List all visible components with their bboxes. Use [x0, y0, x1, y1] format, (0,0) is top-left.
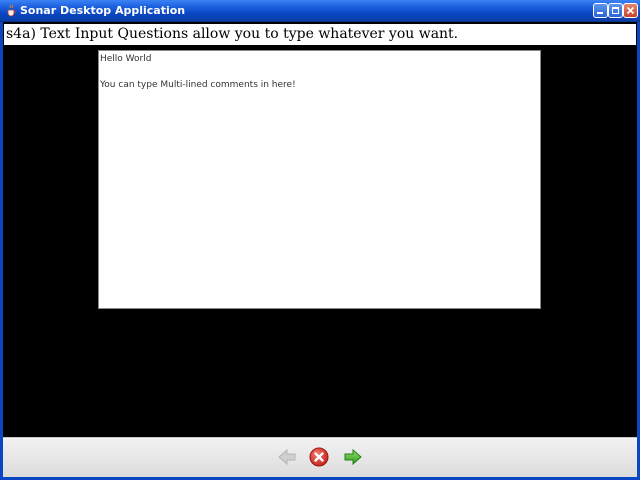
question-header: s4a) Text Input Questions allow you to t… [3, 23, 637, 46]
java-cup-icon [4, 3, 18, 17]
minimize-icon [597, 12, 603, 14]
back-button[interactable] [276, 446, 298, 468]
window-title: Sonar Desktop Application [20, 4, 186, 17]
app-window: Sonar Desktop Application s4a) Text Inpu… [0, 0, 640, 480]
maximize-icon [612, 7, 619, 14]
next-button[interactable] [342, 446, 364, 468]
cancel-icon [309, 447, 329, 467]
comment-textarea[interactable]: Hello World You can type Multi-lined com… [98, 50, 541, 309]
back-arrow-icon [278, 448, 296, 466]
textarea-line: Hello World [100, 54, 152, 64]
window-frame-left [0, 22, 3, 480]
cancel-button[interactable] [308, 446, 330, 468]
textarea-line: You can type Multi-lined comments in her… [100, 80, 296, 90]
question-text: s4a) Text Input Questions allow you to t… [6, 26, 459, 42]
next-arrow-icon [344, 448, 362, 466]
title-bar[interactable]: Sonar Desktop Application [0, 0, 640, 22]
navigation-panel [3, 437, 637, 477]
maximize-button[interactable] [608, 3, 623, 18]
minimize-button[interactable] [593, 3, 608, 18]
close-icon [626, 6, 635, 15]
textarea-line [100, 66, 539, 79]
close-button[interactable] [623, 3, 638, 18]
